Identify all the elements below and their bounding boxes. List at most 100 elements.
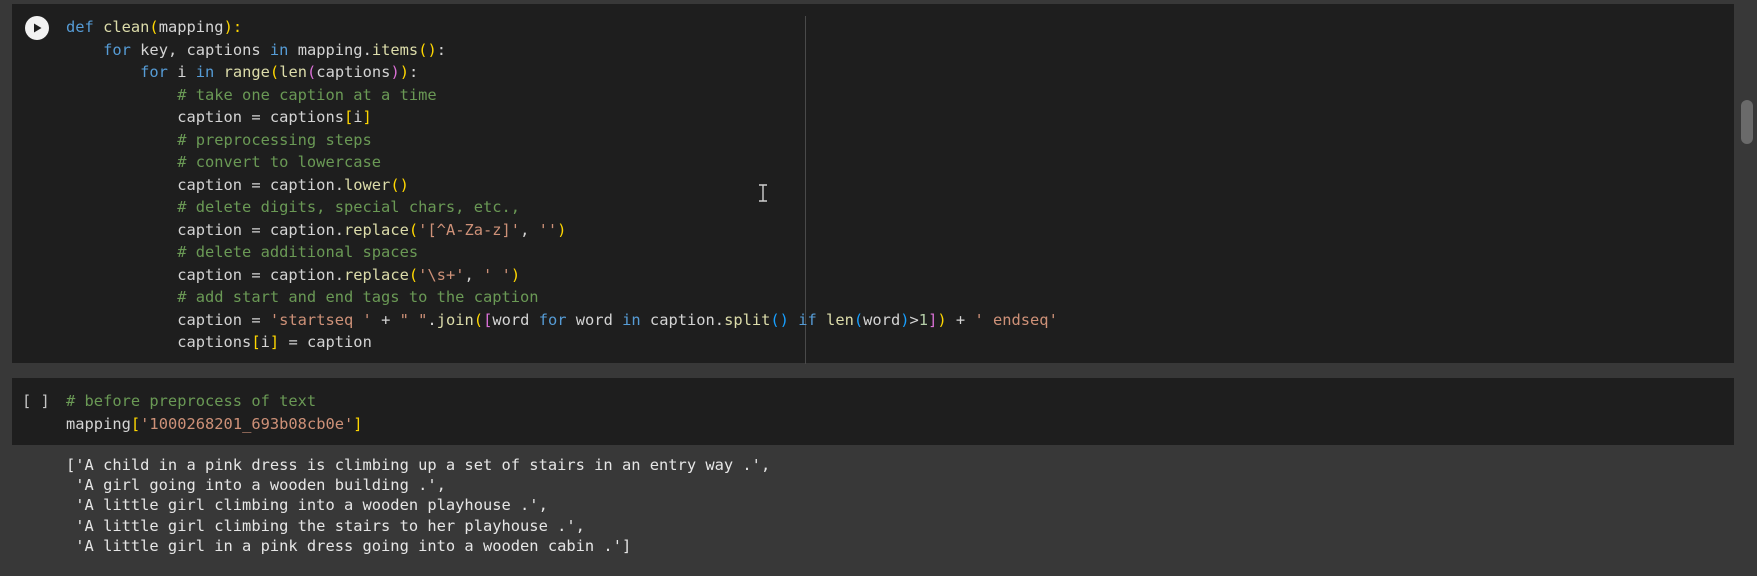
code-token: # add start and end tags to the caption	[66, 288, 539, 306]
code-token: >	[909, 310, 919, 329]
code-cell-mapping[interactable]: [ ] # before preprocess of text mapping['…	[12, 378, 1734, 445]
code-token: (	[269, 63, 280, 81]
code-token: ]	[928, 310, 938, 329]
code-token: = caption	[279, 333, 372, 351]
code-token: ,	[464, 265, 484, 284]
code-token: # delete digits, special chars, etc.,	[66, 198, 521, 216]
code-line: for i in range(len(captions)):	[66, 61, 1058, 84]
code-token: caption.	[649, 310, 725, 329]
code-token: for	[140, 63, 178, 81]
output-line: 'A little girl climbing the stairs to he…	[66, 516, 585, 535]
run-cell-button[interactable]	[25, 16, 49, 40]
code-token: mapping	[66, 414, 131, 433]
code-line: caption = 'startseq ' + " ".join([word f…	[66, 309, 1058, 332]
code-line: caption = caption.replace('\s+', ' ')	[66, 264, 1058, 287]
output-line: 'A little girl climbing into a wooden pl…	[66, 496, 548, 515]
code-token: caption = caption.	[66, 265, 344, 284]
output-line: 'A girl going into a wooden building .',	[66, 476, 446, 495]
code-token: :	[436, 40, 447, 59]
code-token: ,	[520, 220, 539, 239]
code-token: range	[223, 63, 270, 81]
code-token: in	[195, 63, 224, 81]
code-token: )	[557, 220, 567, 239]
code-line: def clean(mapping):	[66, 16, 1058, 39]
code-token: captions	[316, 63, 391, 81]
code-token: mapping.	[297, 40, 372, 59]
code-token: )	[510, 265, 521, 284]
code-token: ' endseq'	[974, 310, 1058, 329]
text-cursor-icon	[759, 184, 767, 202]
code-token: mapping	[158, 18, 224, 36]
code-token: for	[538, 310, 576, 329]
code-line: # convert to lowercase	[66, 151, 1058, 174]
code-token: # take one caption at a time	[66, 85, 437, 104]
code-editor[interactable]: def clean(mapping): for key, captions in…	[66, 16, 1058, 354]
code-token: .	[427, 310, 437, 329]
code-token: +	[946, 310, 975, 329]
code-token: in	[622, 310, 650, 329]
output-line: ['A child in a pink dress is climbing up…	[66, 456, 771, 474]
code-token: join	[436, 310, 474, 329]
code-cell-clean[interactable]: def clean(mapping): for key, captions in…	[12, 4, 1734, 364]
code-line: # before preprocess of text	[66, 390, 363, 413]
code-token: word	[863, 310, 901, 329]
code-token: key, captions	[140, 40, 270, 59]
code-token: if	[798, 310, 827, 329]
code-token: )	[390, 63, 400, 81]
code-token: word	[575, 310, 623, 329]
code-token: for	[103, 40, 141, 59]
code-token: replace	[343, 220, 409, 239]
code-line: caption = captions[i]	[66, 106, 1058, 129]
code-token: ]	[269, 333, 280, 351]
code-token: '1000268201_693b08cb0e'	[140, 414, 354, 433]
code-token: 'startseq '	[269, 310, 372, 329]
code-line: # delete additional spaces	[66, 241, 1058, 264]
code-token: # delete additional spaces	[66, 243, 419, 261]
code-token: # convert to lowercase	[66, 153, 382, 171]
code-token: i	[177, 63, 196, 81]
code-token: caption = caption.	[66, 220, 344, 239]
code-token: (	[408, 265, 419, 284]
code-token: :	[409, 63, 419, 81]
code-line: caption = caption.lower()	[66, 174, 1058, 197]
code-line: # take one caption at a time	[66, 84, 1058, 107]
code-token: )	[399, 63, 409, 81]
code-token: [	[251, 333, 261, 351]
cell-output: ['A child in a pink dress is climbing up…	[66, 455, 770, 556]
code-token: ''	[538, 220, 558, 239]
code-token: i	[260, 333, 270, 351]
code-token: len	[279, 63, 308, 81]
code-token: )	[937, 310, 947, 329]
code-token: (	[149, 18, 159, 36]
code-editor[interactable]: # before preprocess of text mapping['1000…	[66, 390, 363, 435]
code-token: (	[473, 310, 484, 329]
play-icon	[34, 23, 42, 33]
code-token: 1	[918, 310, 929, 329]
code-token: '[^A-Za-z]'	[418, 220, 521, 239]
code-token: replace	[343, 265, 409, 284]
code-token: ' '	[483, 265, 511, 284]
code-token: def	[66, 18, 104, 36]
code-token: ()	[770, 310, 789, 329]
scrollbar[interactable]	[1737, 0, 1757, 576]
code-token: +	[371, 310, 400, 329]
code-token: captions	[66, 333, 252, 351]
code-token: items	[371, 40, 419, 59]
code-token: len	[826, 310, 854, 329]
code-token: word	[492, 310, 539, 329]
code-token: # preprocessing steps	[66, 130, 372, 149]
code-token: caption =	[66, 310, 270, 329]
code-token: " "	[399, 310, 428, 329]
code-token: (	[307, 63, 317, 81]
code-token: ]	[353, 414, 363, 433]
scrollbar-thumb[interactable]	[1741, 100, 1753, 144]
code-line: # preprocessing steps	[66, 129, 1058, 152]
code-line: # add start and end tags to the caption	[66, 286, 1058, 309]
code-token: '\s+'	[418, 265, 465, 284]
code-token: (	[853, 310, 864, 329]
code-line: for key, captions in mapping.items():	[66, 39, 1058, 62]
code-token: lower	[343, 175, 391, 194]
